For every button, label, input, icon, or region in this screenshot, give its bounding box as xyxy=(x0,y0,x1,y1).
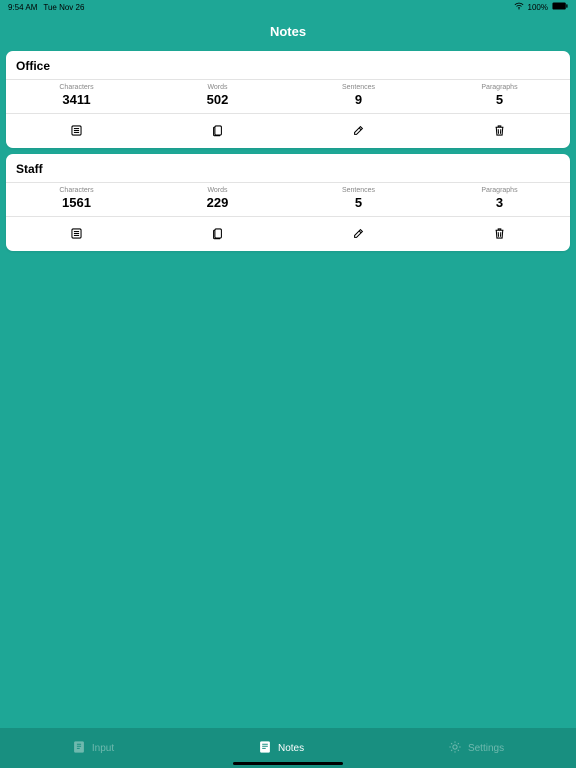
note-title: Staff xyxy=(6,162,570,182)
status-date: Tue Nov 26 xyxy=(43,3,84,12)
stat-value: 5 xyxy=(429,92,570,107)
tab-notes[interactable]: Notes xyxy=(258,740,304,757)
copy-button[interactable] xyxy=(147,223,288,243)
tab-label: Notes xyxy=(278,743,304,754)
stats-row: Characters 3411 Words 502 Sentences 9 Pa… xyxy=(6,79,570,114)
actions-row xyxy=(6,217,570,249)
stat-value: 9 xyxy=(288,92,429,107)
status-time: 9:54 AM xyxy=(8,3,37,12)
tab-label: Settings xyxy=(468,743,504,754)
actions-row xyxy=(6,114,570,146)
stat-sentences: Sentences 5 xyxy=(288,187,429,210)
input-icon xyxy=(72,740,86,757)
edit-button[interactable] xyxy=(288,120,429,140)
delete-button[interactable] xyxy=(429,223,570,243)
battery-icon xyxy=(552,2,568,12)
stat-label: Sentences xyxy=(288,84,429,91)
note-card: Office Characters 3411 Words 502 Sentenc… xyxy=(6,51,570,148)
list-button[interactable] xyxy=(6,120,147,140)
stat-label: Characters xyxy=(6,84,147,91)
status-bar: 9:54 AM Tue Nov 26 100% xyxy=(0,0,576,14)
notes-list: Office Characters 3411 Words 502 Sentenc… xyxy=(0,51,576,251)
stat-label: Paragraphs xyxy=(429,187,570,194)
battery-percent: 100% xyxy=(528,3,548,12)
stat-label: Paragraphs xyxy=(429,84,570,91)
stat-value: 1561 xyxy=(6,195,147,210)
edit-button[interactable] xyxy=(288,223,429,243)
stat-label: Sentences xyxy=(288,187,429,194)
list-button[interactable] xyxy=(6,223,147,243)
note-title: Office xyxy=(6,59,570,79)
stat-characters: Characters 1561 xyxy=(6,187,147,210)
stat-characters: Characters 3411 xyxy=(6,84,147,107)
stat-paragraphs: Paragraphs 3 xyxy=(429,187,570,210)
page-title: Notes xyxy=(0,14,576,51)
stat-value: 3411 xyxy=(6,92,147,107)
wifi-icon xyxy=(514,2,524,12)
stat-value: 229 xyxy=(147,195,288,210)
stat-label: Characters xyxy=(6,187,147,194)
note-card: Staff Characters 1561 Words 229 Sentence… xyxy=(6,154,570,251)
delete-button[interactable] xyxy=(429,120,570,140)
stat-sentences: Sentences 9 xyxy=(288,84,429,107)
stat-paragraphs: Paragraphs 5 xyxy=(429,84,570,107)
tab-label: Input xyxy=(92,743,114,754)
stat-words: Words 229 xyxy=(147,187,288,210)
notes-icon xyxy=(258,740,272,757)
stats-row: Characters 1561 Words 229 Sentences 5 Pa… xyxy=(6,182,570,217)
tab-bar: Input Notes Settings xyxy=(0,728,576,768)
stat-value: 3 xyxy=(429,195,570,210)
stat-value: 502 xyxy=(147,92,288,107)
stat-label: Words xyxy=(147,187,288,194)
stat-value: 5 xyxy=(288,195,429,210)
stat-words: Words 502 xyxy=(147,84,288,107)
gear-icon xyxy=(448,740,462,757)
tab-input[interactable]: Input xyxy=(72,740,114,757)
home-indicator xyxy=(233,762,343,765)
copy-button[interactable] xyxy=(147,120,288,140)
tab-settings[interactable]: Settings xyxy=(448,740,504,757)
stat-label: Words xyxy=(147,84,288,91)
